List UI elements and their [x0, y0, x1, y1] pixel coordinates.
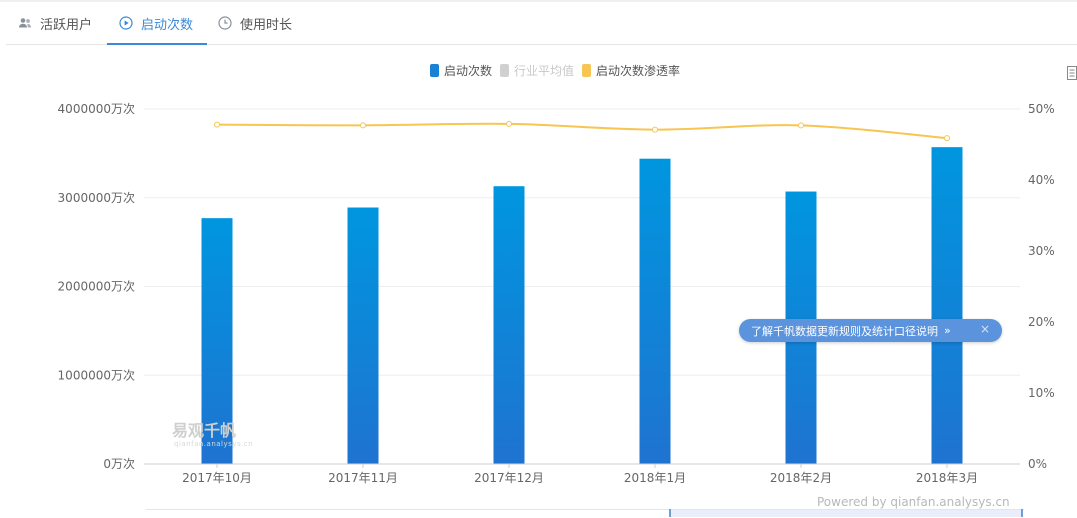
y-left-tick-label: 3000000万次	[58, 191, 135, 205]
tip-text: 了解千帆数据更新规则及统计口径说明	[751, 324, 938, 338]
penetration-rate-line	[216, 122, 948, 140]
watermark-url: qianfan.analysys.cn	[174, 440, 254, 448]
penetration-rate-point	[652, 126, 658, 133]
penetration-rate-point	[360, 122, 366, 129]
y-right-tick-label: 30%	[1028, 244, 1055, 258]
penetration-rate-point	[506, 120, 512, 127]
x-tick-label: 2018年2月	[770, 471, 832, 485]
x-tick-label: 2018年1月	[624, 471, 686, 485]
y-right-tick-label: 10%	[1028, 386, 1055, 400]
bar-launch-count	[347, 207, 379, 464]
y-left-tick-label: 4000000万次	[58, 102, 135, 116]
close-icon[interactable]: ×	[980, 322, 990, 336]
powered-by: Powered by qianfan.analysys.cn	[817, 495, 1010, 509]
penetration-rate-point	[798, 122, 804, 129]
double-chevron-icon: »	[944, 324, 951, 337]
penetration-rate-point	[944, 135, 950, 142]
y-right-tick-label: 50%	[1028, 102, 1055, 116]
bar-launch-count	[639, 158, 671, 464]
zoom-handle-left[interactable]	[669, 509, 671, 517]
bar-launch-count	[931, 147, 963, 464]
x-tick-label: 2017年12月	[474, 471, 544, 485]
y-left-tick-label: 0万次	[103, 457, 135, 471]
y-left-tick-label: 2000000万次	[58, 280, 135, 294]
x-tick-label: 2018年3月	[916, 471, 978, 485]
y-left-tick-label: 1000000万次	[58, 368, 135, 382]
bar-launch-count	[493, 186, 525, 464]
zoom-handle-right[interactable]	[1021, 509, 1023, 517]
watermark-logo: 易观千帆	[172, 421, 237, 440]
y-right-tick-label: 20%	[1028, 315, 1055, 329]
y-right-tick-label: 0%	[1028, 457, 1047, 471]
zoom-slider-window[interactable]	[670, 510, 1022, 517]
penetration-rate-point	[214, 121, 220, 128]
launch-count-chart: 0万次 1000000万次 2000000万次 3000000万次 4000000万次 0…	[58, 102, 1055, 485]
y-right-tick-label: 40%	[1028, 173, 1055, 187]
data-rules-tip[interactable]: 了解千帆数据更新规则及统计口径说明 » ×	[739, 319, 1002, 342]
x-tick-label: 2017年10月	[182, 471, 252, 485]
x-tick-label: 2017年11月	[328, 471, 398, 485]
